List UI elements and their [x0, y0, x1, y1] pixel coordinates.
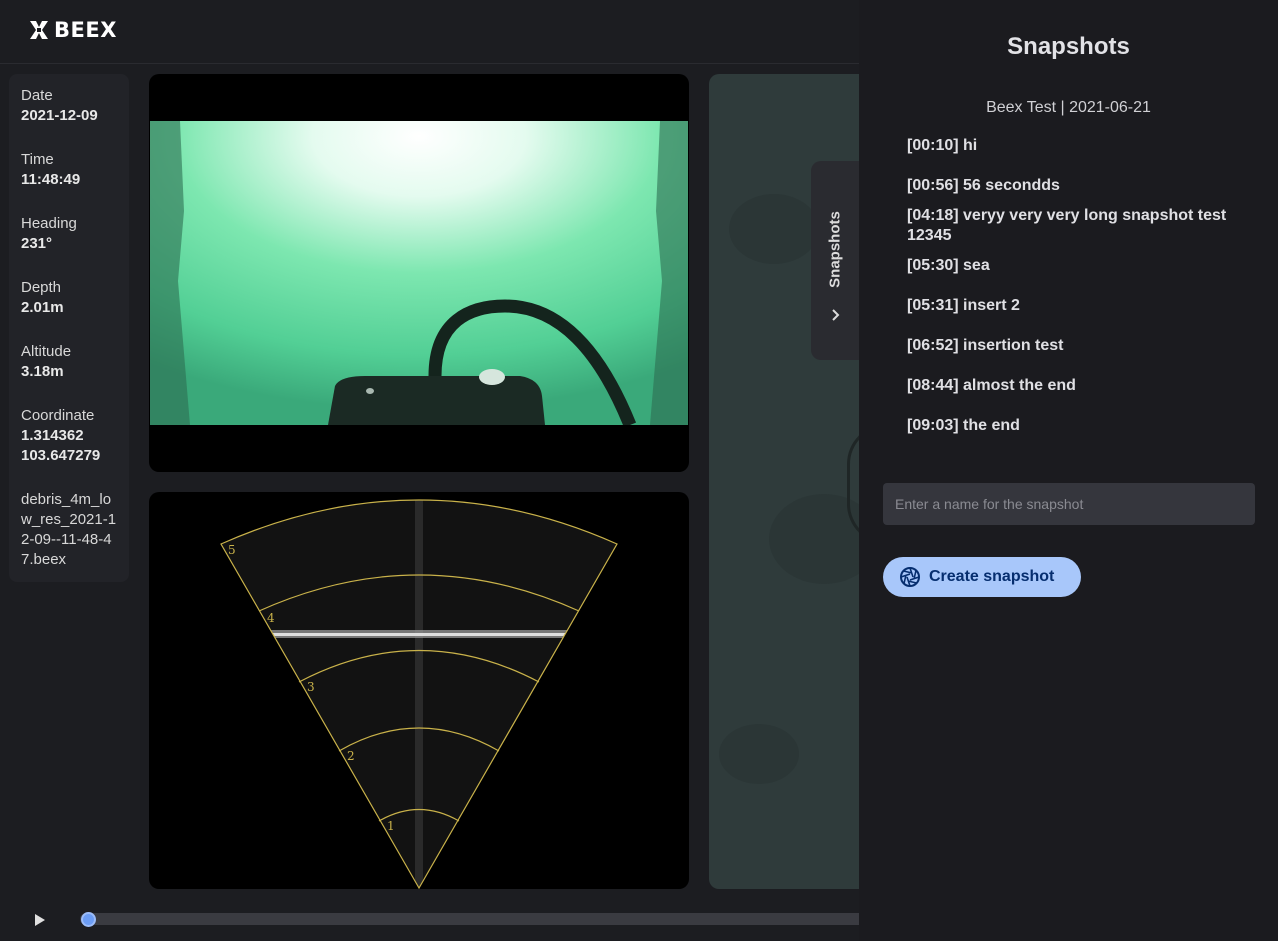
snapshot-name-input[interactable]: [883, 483, 1255, 525]
telemetry-value: 3.18m: [21, 363, 64, 380]
timeline-track[interactable]: [80, 913, 859, 925]
telemetry-time: Time 11:48:49: [21, 150, 117, 214]
telemetry-label: Time: [21, 151, 54, 168]
telemetry-coordinate: Coordinate 1.314362 103.647279: [21, 406, 117, 490]
snapshot-item[interactable]: [00:56] 56 secondds: [907, 176, 1060, 196]
snapshot-item[interactable]: [09:03] the end: [907, 416, 1020, 436]
drawer-subtitle: Beex Test | 2021-06-21: [986, 99, 1151, 116]
telemetry-latitude: 1.314362: [21, 427, 84, 444]
snapshot-item[interactable]: [05:31] insert 2: [907, 296, 1020, 316]
sonar-range-label-1: 1: [387, 819, 395, 833]
map-texture: [729, 194, 819, 264]
sonar-image: 1 2 3 4 5: [220, 499, 618, 889]
sonar-range-label-4: 4: [267, 611, 275, 625]
snapshot-item[interactable]: [00:10] hi: [907, 136, 977, 156]
drawer-title: Snapshots: [1007, 33, 1130, 60]
snapshots-tab-label: Snapshots: [826, 211, 844, 288]
sonar-range-label-3: 3: [307, 680, 315, 694]
camera-video-frame: [150, 121, 688, 425]
create-snapshot-label: Create snapshot: [929, 568, 1055, 585]
camera-video-panel[interactable]: [149, 74, 689, 472]
timeline-thumb[interactable]: [81, 912, 96, 927]
telemetry-heading: Heading 231°: [21, 214, 117, 278]
snapshot-item[interactable]: [04:18] veryy very very long snapshot te…: [907, 206, 1247, 246]
telemetry-label: Heading: [21, 215, 77, 232]
snapshots-side-tab[interactable]: Snapshots: [811, 161, 859, 360]
sonar-range-label-2: 2: [347, 749, 355, 763]
map-texture: [769, 494, 859, 584]
telemetry-label: Coordinate: [21, 407, 95, 424]
app-root: BEEX Date 2021-12-09 Time 11:48:49 Headi…: [0, 0, 1278, 941]
logo-text: BEEX: [54, 18, 117, 42]
playback-timeline: [0, 898, 859, 941]
telemetry-value: 231°: [21, 235, 53, 252]
map-texture: [719, 724, 799, 784]
telemetry-label: Depth: [21, 279, 62, 296]
beex-logo-icon: [30, 21, 48, 39]
telemetry-value: 2.01m: [21, 299, 64, 316]
telemetry-label: Date: [21, 87, 53, 104]
telemetry-longitude: 103.647279: [21, 447, 101, 464]
sonar-range-label-5: 5: [228, 543, 236, 557]
top-bar: BEEX: [0, 0, 859, 64]
telemetry-date: Date 2021-12-09: [21, 86, 117, 150]
snapshot-item[interactable]: [08:44] almost the end: [907, 376, 1076, 396]
play-icon[interactable]: [29, 910, 49, 930]
chevron-right-icon: [832, 309, 840, 321]
snapshots-drawer: Snapshots Beex Test | 2021-06-21 [00:10]…: [859, 0, 1278, 941]
create-snapshot-button[interactable]: Create snapshot: [883, 557, 1081, 597]
telemetry-label: Altitude: [21, 343, 72, 360]
sonar-panel[interactable]: 1 2 3 4 5: [149, 492, 689, 889]
telemetry-value: 11:48:49: [21, 171, 81, 188]
telemetry-panel: Date 2021-12-09 Time 11:48:49 Heading 23…: [9, 74, 129, 582]
telemetry-depth: Depth 2.01m: [21, 278, 117, 342]
snapshot-item[interactable]: [06:52] insertion test: [907, 336, 1063, 356]
telemetry-filename: debris_4m_low_res_2021-12-09--11-48-47.b…: [21, 491, 117, 568]
beex-logo: BEEX: [28, 16, 117, 44]
telemetry-value: 2021-12-09: [21, 107, 98, 124]
camera-shutter-icon: [900, 567, 920, 587]
snapshot-item[interactable]: [05:30] sea: [907, 256, 990, 276]
telemetry-altitude: Altitude 3.18m: [21, 342, 117, 406]
